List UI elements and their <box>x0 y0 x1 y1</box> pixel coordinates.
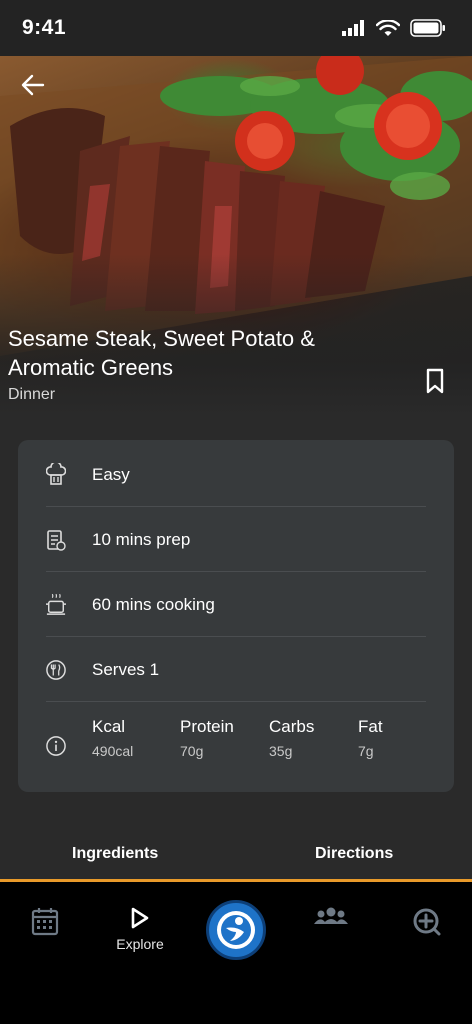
nutrition-row: Kcal 490cal Protein 70g Carbs 35g Fat 7g <box>46 703 426 789</box>
arrow-left-icon <box>21 74 45 96</box>
bottom-nav: Explore <box>0 882 472 1024</box>
wifi-icon <box>376 19 400 36</box>
signal-icon <box>342 20 364 36</box>
serves-label: Serves 1 <box>92 659 160 679</box>
nutrition-carbs: Carbs 35g <box>269 717 314 759</box>
status-bar: 9:41 <box>0 0 472 56</box>
people-icon <box>314 907 348 924</box>
nutrition-name: Fat <box>358 717 383 736</box>
nutrition-value: 70g <box>180 743 204 759</box>
tab-directions[interactable]: Directions <box>315 826 393 880</box>
bookmark-icon <box>426 368 444 394</box>
recipe-title: Sesame Steak, Sweet Potato & Aromatic Gr… <box>8 326 315 380</box>
nutrition-fat: Fat 7g <box>358 717 383 759</box>
nutrition-name: Protein <box>180 717 234 736</box>
difficulty-label: Easy <box>92 464 130 484</box>
calendar-icon <box>31 908 59 936</box>
add-circle-icon <box>413 908 441 936</box>
bookmark-button[interactable] <box>422 368 448 394</box>
nav-home-button[interactable] <box>206 900 266 960</box>
nutrition-value: 35g <box>269 743 293 759</box>
nav-calendar[interactable] <box>15 906 75 936</box>
play-icon <box>131 907 149 929</box>
nutrition-kcal: Kcal 490cal <box>92 717 133 759</box>
recipe-category: Dinner <box>8 386 56 403</box>
recipe-info-card: Easy 10 mins prep 60 mins cooking Serves… <box>18 440 454 792</box>
recipe-hero-image: Sesame Steak, Sweet Potato & Aromatic Gr… <box>0 56 472 416</box>
difficulty-row: Easy <box>46 443 426 507</box>
nutrition-value: 7g <box>358 743 374 759</box>
cooking-row: 60 mins cooking <box>46 573 426 637</box>
info-icon[interactable] <box>46 734 66 758</box>
cooking-label: 60 mins cooking <box>92 594 215 614</box>
tab-ingredients[interactable]: Ingredients <box>72 826 158 880</box>
prep-row: 10 mins prep <box>46 508 426 572</box>
nav-add[interactable] <box>396 906 456 936</box>
serves-row: Serves 1 <box>46 638 426 702</box>
nav-explore[interactable]: Explore <box>110 906 170 952</box>
pot-icon <box>46 593 66 617</box>
recipe-tabs: Ingredients Directions <box>0 826 472 882</box>
nav-community[interactable] <box>301 906 361 928</box>
nutrition-protein: Protein 70g <box>180 717 234 759</box>
plate-cutlery-icon <box>46 658 66 682</box>
clipboard-icon <box>46 528 66 552</box>
recipe-content: Easy 10 mins prep 60 mins cooking Serves… <box>0 416 472 882</box>
chef-hat-icon <box>46 462 66 487</box>
status-icons <box>342 19 446 37</box>
nutrition-name: Carbs <box>269 717 315 736</box>
prep-label: 10 mins prep <box>92 529 191 549</box>
brand-logo-icon <box>217 911 255 949</box>
nutrition-name: Kcal <box>92 717 126 736</box>
status-time: 9:41 <box>22 16 67 39</box>
battery-icon <box>410 19 445 37</box>
nutrition-value: 490cal <box>92 743 134 759</box>
back-button[interactable] <box>18 70 48 100</box>
nav-explore-label: Explore <box>116 936 164 952</box>
